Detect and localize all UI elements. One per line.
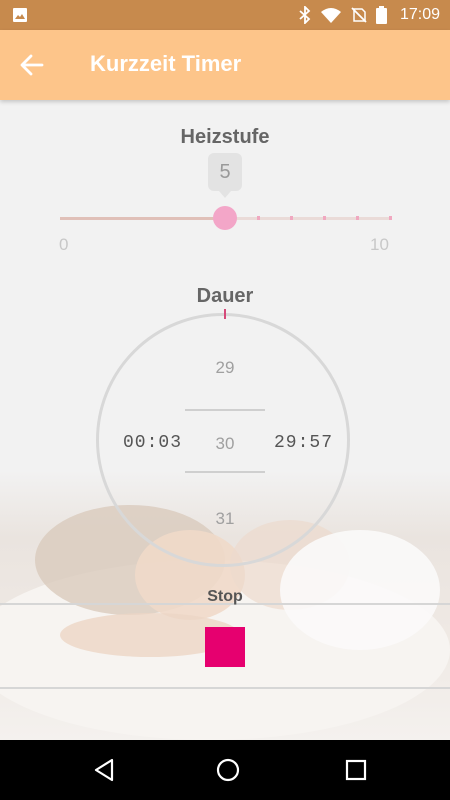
battery-icon [375,6,387,24]
slider-tick [356,216,359,220]
stop-label: Stop [207,588,243,605]
bluetooth-icon [299,6,311,24]
duration-next[interactable]: 31 [175,509,275,529]
heat-slider[interactable] [60,206,392,230]
slider-min-label: 0 [59,235,69,254]
page-title: Kurzzeit Timer [90,51,242,76]
navigation-bar [0,740,450,800]
duration-title: Dauer [196,285,254,307]
no-sim-icon [351,7,367,23]
clock: 17:09 [399,6,440,23]
duration-prev[interactable]: 29 [175,358,275,378]
slider-fill [60,217,225,220]
image-icon [13,8,27,22]
divider [0,687,450,689]
slider-tick [257,216,260,220]
picker-divider [185,409,265,411]
slider-tick [290,216,293,220]
slider-thumb[interactable] [213,206,237,230]
duration-current[interactable]: 30 [175,434,275,454]
slider-value-bubble: 5 [208,153,242,198]
heat-level-title: Heizstufe [180,126,270,148]
back-triangle-icon[interactable] [90,756,118,784]
elapsed-time: 00:03 [123,433,183,453]
stop-button[interactable] [205,627,245,667]
slider-tick [389,216,392,220]
status-bar: 17:09 [0,0,450,30]
remaining-time: 29:57 [274,433,334,453]
recents-square-icon[interactable] [342,756,370,784]
app-bar: Kurzzeit Timer [0,30,450,100]
slider-tick [323,216,326,220]
arrow-left-icon[interactable] [18,51,46,79]
wifi-icon [320,8,341,23]
picker-divider [185,471,265,473]
slider-max-label: 10 [370,235,389,254]
dial-marker [224,309,226,319]
home-circle-icon[interactable] [214,756,242,784]
